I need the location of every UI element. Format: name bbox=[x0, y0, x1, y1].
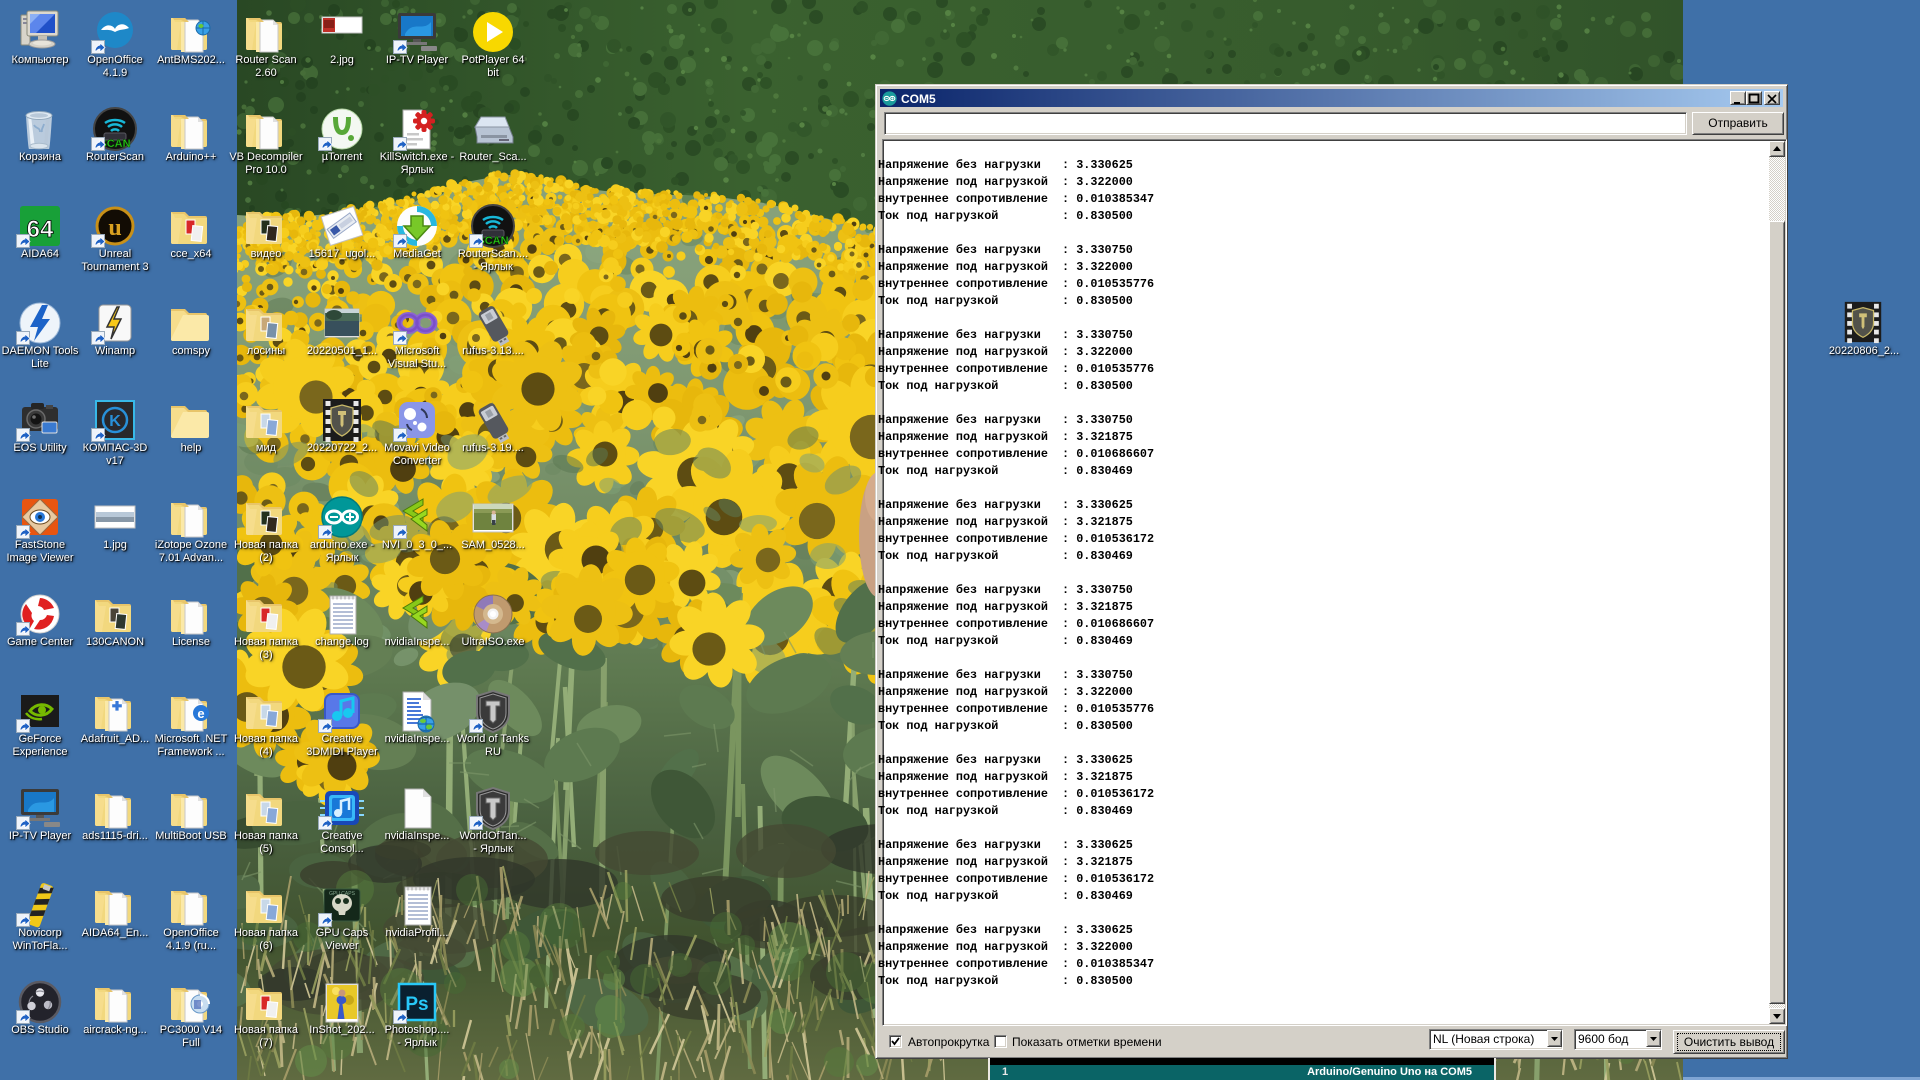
svg-text:GPU CAPS: GPU CAPS bbox=[329, 891, 356, 897]
svg-text:e: e bbox=[197, 706, 204, 721]
svg-text:u: u bbox=[108, 215, 121, 241]
svg-text:K: K bbox=[109, 413, 121, 430]
